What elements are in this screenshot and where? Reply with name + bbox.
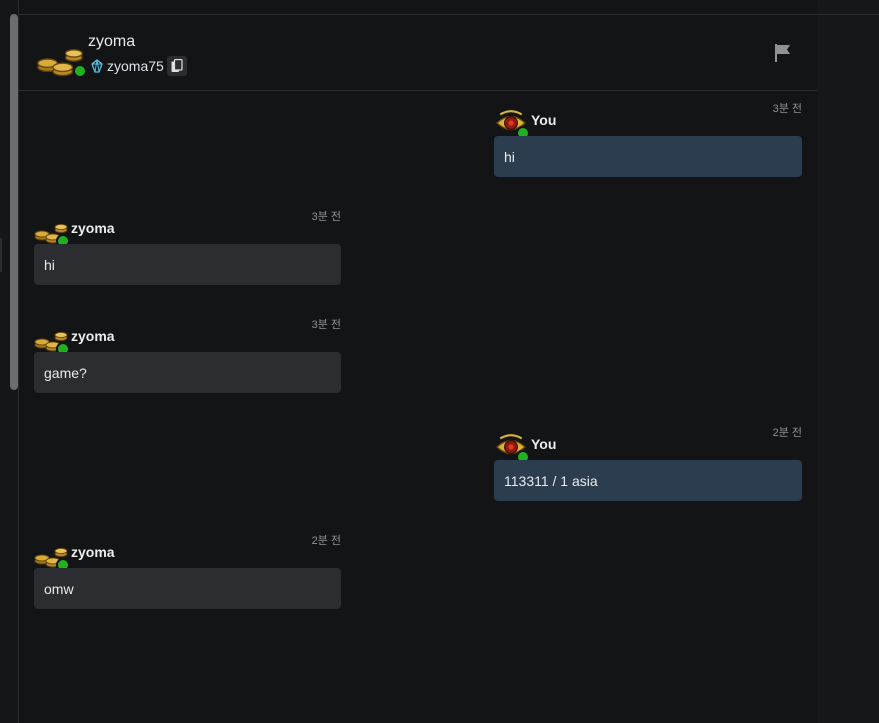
contact-tag: zyoma75 (90, 56, 187, 76)
contact-tag-text: zyoma75 (107, 58, 164, 74)
flag-icon (775, 44, 790, 62)
right-panel-edge (817, 0, 879, 723)
crystal-icon (91, 59, 103, 73)
scrollbar-thumb[interactable] (10, 14, 18, 390)
sender-avatar[interactable] (34, 216, 70, 248)
message-text: omw (44, 580, 74, 597)
chat-header: zyoma zyoma75 (19, 15, 817, 91)
message-text: 113311 / 1 asia (504, 472, 598, 489)
message-text: game? (44, 364, 87, 381)
sender-name: You (531, 112, 557, 128)
sender-name: zyoma (71, 220, 115, 236)
contact-name: zyoma (88, 33, 136, 50)
message-bubble: game? (34, 352, 341, 393)
message-time: 3분 전 (311, 319, 341, 331)
contact-avatar[interactable] (35, 41, 87, 78)
sender-avatar[interactable] (34, 324, 70, 356)
message-time: 3분 전 (311, 211, 341, 223)
message-time: 2분 전 (772, 427, 802, 439)
sender-name: You (531, 436, 557, 452)
message-text: hi (504, 148, 515, 165)
message-bubble: omw (34, 568, 341, 609)
top-right-divider (817, 14, 879, 15)
message-bubble: 113311 / 1 asia (494, 460, 802, 501)
message-bubble: hi (34, 244, 341, 285)
copy-icon (171, 59, 183, 72)
sender-avatar[interactable] (34, 540, 70, 572)
message-text: hi (44, 256, 55, 273)
message-time: 2분 전 (311, 535, 341, 547)
online-status-dot (73, 64, 87, 78)
message-time: 3분 전 (772, 103, 802, 115)
report-button[interactable] (772, 42, 794, 64)
sender-name: zyoma (71, 328, 115, 344)
left-panel-tick (0, 238, 2, 272)
copy-tag-button[interactable] (166, 56, 187, 76)
sender-name: zyoma (71, 544, 115, 560)
sender-avatar[interactable] (494, 432, 530, 464)
sender-avatar[interactable] (494, 108, 530, 140)
message-bubble: hi (494, 136, 802, 177)
